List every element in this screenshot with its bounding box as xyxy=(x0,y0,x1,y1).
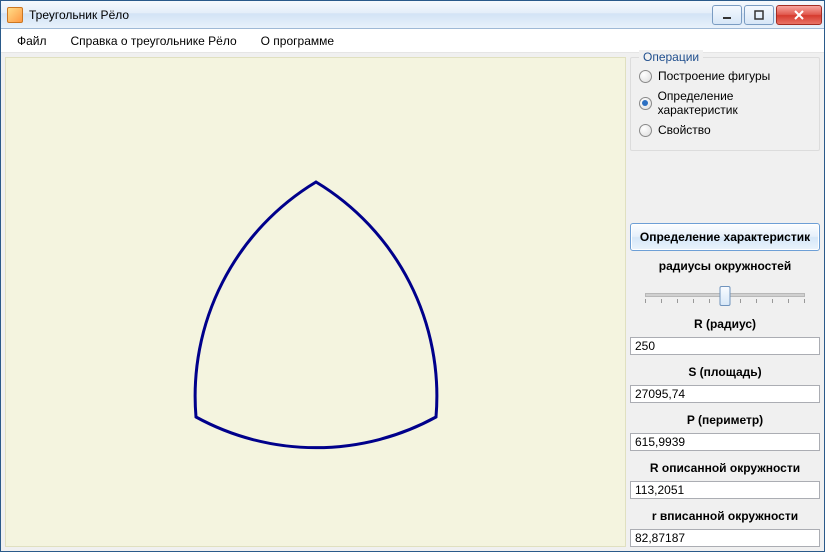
maximize-icon xyxy=(754,10,764,20)
radio-property[interactable]: Свойство xyxy=(639,120,811,140)
menu-about[interactable]: О программе xyxy=(251,31,344,51)
label-area: S (площадь) xyxy=(630,361,820,379)
titlebar[interactable]: Треугольник Рёло xyxy=(1,1,824,29)
input-perimeter[interactable] xyxy=(630,433,820,451)
menu-file[interactable]: Файл xyxy=(7,31,57,51)
spacer xyxy=(630,157,820,217)
app-icon xyxy=(7,7,23,23)
radio-build[interactable]: Построение фигуры xyxy=(639,66,811,86)
input-area[interactable] xyxy=(630,385,820,403)
calculate-button-label: Определение характеристик xyxy=(640,230,810,244)
close-icon xyxy=(794,10,804,20)
radio-label: Определение характеристик xyxy=(658,89,811,117)
label-perimeter: P (периметр) xyxy=(630,409,820,427)
label-circumscribed: R описанной окружности xyxy=(630,457,820,475)
window-buttons xyxy=(712,5,822,25)
calculate-button[interactable]: Определение характеристик xyxy=(630,223,820,251)
sidebar: Операции Построение фигуры Определение х… xyxy=(630,57,820,547)
slider-thumb[interactable] xyxy=(720,286,731,306)
operations-group: Операции Построение фигуры Определение х… xyxy=(630,57,820,151)
minimize-icon xyxy=(722,10,732,20)
radius-slider[interactable] xyxy=(630,281,820,307)
window-title: Треугольник Рёло xyxy=(29,8,712,22)
maximize-button[interactable] xyxy=(744,5,774,25)
app-window: Треугольник Рёло Файл Справка о треуголь… xyxy=(0,0,825,552)
operations-legend: Операции xyxy=(639,50,703,64)
close-button[interactable] xyxy=(776,5,822,25)
radio-label: Свойство xyxy=(658,123,711,137)
menu-help[interactable]: Справка о треугольнике Рёло xyxy=(61,31,247,51)
input-radius[interactable] xyxy=(630,337,820,355)
input-inscribed[interactable] xyxy=(630,529,820,547)
minimize-button[interactable] xyxy=(712,5,742,25)
slider-track xyxy=(645,293,805,297)
input-circumscribed[interactable] xyxy=(630,481,820,499)
radio-icon xyxy=(639,70,652,83)
radio-icon xyxy=(639,97,652,110)
content-area: Операции Построение фигуры Определение х… xyxy=(1,53,824,551)
label-radius: R (радиус) xyxy=(630,313,820,331)
reuleaux-triangle-shape xyxy=(16,62,616,542)
radio-characteristics[interactable]: Определение характеристик xyxy=(639,86,811,120)
label-inscribed: r вписанной окружности xyxy=(630,505,820,523)
drawing-canvas xyxy=(5,57,626,547)
slider-label: радиусы окружностей xyxy=(630,257,820,275)
radio-icon xyxy=(639,124,652,137)
radio-label: Построение фигуры xyxy=(658,69,770,83)
